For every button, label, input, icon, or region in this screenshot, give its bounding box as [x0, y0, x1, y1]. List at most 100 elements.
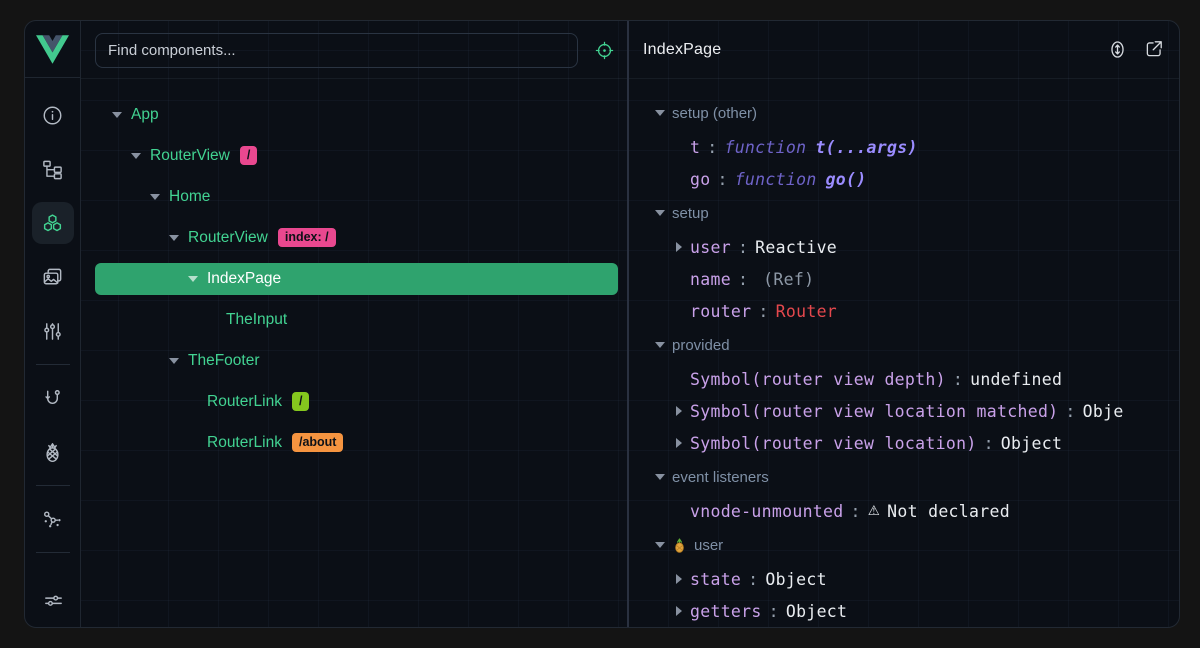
- rail-divider: [36, 485, 70, 486]
- assets-icon[interactable]: [25, 250, 81, 304]
- colon: :: [1065, 402, 1075, 421]
- state-row-symbol-router-view-location-matched[interactable]: Symbol(router view location matched):Obj…: [629, 395, 1179, 427]
- state-row-go[interactable]: go:functiongo(): [629, 163, 1179, 195]
- state-rows: setup (other) t:functiont(...args) go:fu…: [629, 79, 1179, 627]
- expander-icon[interactable]: [169, 233, 179, 243]
- main-content: App RouterView / Home RouterView index: …: [81, 21, 1179, 627]
- state-row-symbol-router-view-location[interactable]: Symbol(router view location):Object: [629, 427, 1179, 459]
- expander-icon[interactable]: [655, 472, 665, 482]
- tree-toolbar: [81, 21, 627, 79]
- info-circle-icon[interactable]: [25, 88, 81, 142]
- devtools-window: App RouterView / Home RouterView index: …: [24, 20, 1180, 628]
- tree-item-indexpage[interactable]: IndexPage: [81, 258, 627, 299]
- timeline-icon[interactable]: [25, 304, 81, 358]
- tree-item-thefooter[interactable]: TheFooter: [81, 340, 627, 381]
- state-row-router[interactable]: router:Router: [629, 295, 1179, 327]
- expander-icon[interactable]: [655, 340, 665, 350]
- icon-rail: [25, 21, 81, 627]
- expander-spacer: [674, 142, 682, 152]
- router-icon[interactable]: [25, 371, 81, 425]
- expander-icon[interactable]: [674, 406, 682, 416]
- expander-spacer: [674, 274, 682, 284]
- rail-divider: [36, 552, 70, 553]
- component-tree: App RouterView / Home RouterView index: …: [81, 94, 627, 463]
- component-name: RouterLink: [207, 393, 282, 411]
- state-key: name: [690, 270, 731, 289]
- state-key: getters: [690, 602, 762, 621]
- expander-icon[interactable]: [112, 110, 122, 120]
- settings-icon[interactable]: [25, 573, 81, 627]
- tree-item-home[interactable]: Home: [81, 176, 627, 217]
- colon: :: [717, 170, 727, 189]
- state-section-setup[interactable]: setup: [629, 195, 1179, 231]
- state-section-provided[interactable]: provided: [629, 327, 1179, 363]
- expander-spacer: [188, 397, 198, 407]
- pages-tree-icon[interactable]: [25, 142, 81, 196]
- component-name: IndexPage: [207, 270, 281, 288]
- state-row-name[interactable]: name:(Ref): [629, 263, 1179, 295]
- tree-item-routerview[interactable]: RouterView /: [81, 135, 627, 176]
- components-icon[interactable]: [25, 196, 81, 250]
- expander-icon[interactable]: [655, 540, 665, 550]
- locate-target-icon[interactable]: [592, 38, 616, 62]
- selected-row-highlight: [95, 263, 618, 295]
- state-section-event-listeners[interactable]: event listeners: [629, 459, 1179, 495]
- state-section-user[interactable]: user: [629, 527, 1179, 563]
- scroll-to-component-icon[interactable]: [1107, 39, 1129, 61]
- expander-icon[interactable]: [674, 242, 682, 252]
- rail-divider: [36, 364, 70, 365]
- expander-icon[interactable]: [655, 108, 665, 118]
- function-signature: go(): [826, 170, 867, 189]
- graph-icon[interactable]: [25, 492, 81, 546]
- route-badge: /about: [292, 433, 344, 453]
- expander-spacer: [207, 315, 217, 325]
- search-input[interactable]: [95, 33, 578, 68]
- state-key: go: [690, 170, 710, 189]
- state-row-symbol-router-view-depth[interactable]: Symbol(router view depth):undefined: [629, 363, 1179, 395]
- state-value: Object: [786, 602, 847, 621]
- expander-icon[interactable]: [131, 151, 141, 161]
- expander-spacer: [674, 506, 682, 516]
- state-row-user[interactable]: user:Reactive: [629, 231, 1179, 263]
- state-value: Reactive: [755, 238, 837, 257]
- pinia-icon[interactable]: [25, 425, 81, 479]
- tree-item-routerview[interactable]: RouterView index: /: [81, 217, 627, 258]
- expander-spacer: [188, 438, 198, 448]
- colon: :: [984, 434, 994, 453]
- state-row-t[interactable]: t:functiont(...args): [629, 131, 1179, 163]
- expander-icon[interactable]: [150, 192, 160, 202]
- section-label: provided: [672, 337, 730, 354]
- state-key: Symbol(router view location matched): [690, 402, 1058, 421]
- expander-icon[interactable]: [674, 606, 682, 616]
- component-name: App: [131, 106, 159, 124]
- inspector-title: IndexPage: [643, 41, 721, 59]
- route-badge: /: [240, 146, 257, 166]
- function-keyword: function: [724, 138, 806, 157]
- expander-icon[interactable]: [188, 274, 198, 284]
- colon: :: [758, 302, 768, 321]
- vue-logo: [25, 21, 80, 78]
- tree-item-routerlink[interactable]: RouterLink /about: [81, 422, 627, 463]
- state-key: vnode-unmounted: [690, 502, 844, 521]
- tree-item-app[interactable]: App: [81, 94, 627, 135]
- expander-icon[interactable]: [674, 574, 682, 584]
- expander-icon[interactable]: [674, 438, 682, 448]
- component-name: TheFooter: [188, 352, 260, 370]
- state-row-state[interactable]: state:Object: [629, 563, 1179, 595]
- state-key: router: [690, 302, 751, 321]
- tree-item-routerlink[interactable]: RouterLink /: [81, 381, 627, 422]
- expander-icon[interactable]: [169, 356, 179, 366]
- route-badge: index: /: [278, 228, 336, 248]
- tree-item-theinput[interactable]: TheInput: [81, 299, 627, 340]
- open-in-editor-icon[interactable]: [1143, 39, 1165, 61]
- state-key: Symbol(router view location): [690, 434, 977, 453]
- state-row-getters[interactable]: getters:Object: [629, 595, 1179, 627]
- component-tree-panel: App RouterView / Home RouterView index: …: [81, 21, 629, 627]
- section-label: setup (other): [672, 105, 757, 122]
- state-value: Object: [765, 570, 826, 589]
- component-name: Home: [169, 188, 210, 206]
- state-row-vnode-unmounted[interactable]: vnode-unmounted:⚠Not declared: [629, 495, 1179, 527]
- section-label: setup: [672, 205, 709, 222]
- state-section-setup-other[interactable]: setup (other): [629, 95, 1179, 131]
- expander-icon[interactable]: [655, 208, 665, 218]
